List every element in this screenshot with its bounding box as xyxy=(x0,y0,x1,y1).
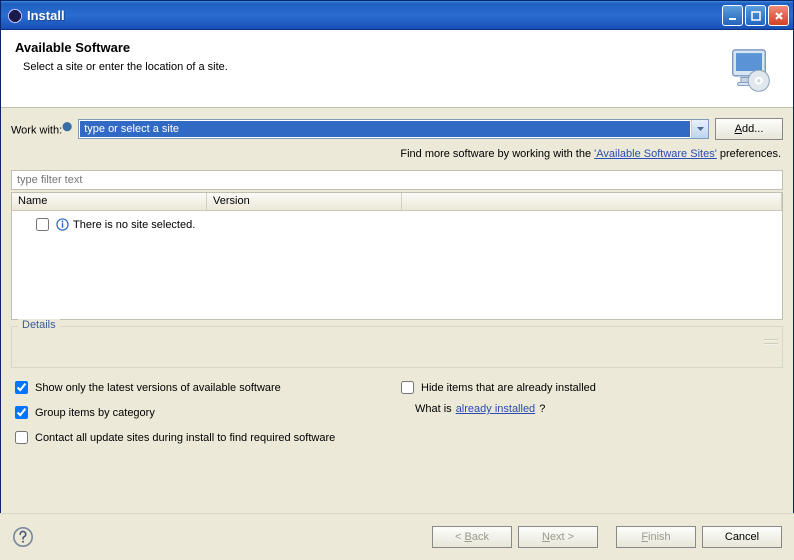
wizard-header: Available Software Select a site or ente… xyxy=(1,30,793,108)
titlebar: Install xyxy=(1,1,793,30)
col-spacer xyxy=(402,193,782,210)
help-icon[interactable] xyxy=(12,526,34,548)
group-category-checkbox[interactable] xyxy=(15,406,28,419)
info-icon xyxy=(56,218,69,231)
already-installed-text: What is already installed? xyxy=(415,403,783,415)
find-more-text: Find more software by working with the '… xyxy=(11,148,781,160)
already-installed-link[interactable]: already installed xyxy=(456,403,536,415)
filter-input[interactable] xyxy=(11,170,783,190)
workwith-input[interactable] xyxy=(80,121,690,137)
available-sites-link[interactable]: 'Available Software Sites' xyxy=(594,148,717,160)
table-row: There is no site selected. xyxy=(32,215,776,234)
back-button: < Back xyxy=(432,526,512,548)
hide-installed-checkbox[interactable] xyxy=(401,381,414,394)
add-button[interactable]: AAdd...dd... xyxy=(715,118,783,140)
workwith-combo[interactable] xyxy=(78,119,709,139)
next-button: Next > xyxy=(518,526,598,548)
show-latest-label: Show only the latest versions of availab… xyxy=(35,382,281,394)
window-title: Install xyxy=(27,8,722,23)
wizard-footer: < Back Next > Finish Cancel xyxy=(0,513,794,560)
details-group: Details xyxy=(11,326,783,368)
col-name[interactable]: Name xyxy=(12,193,207,210)
empty-message: There is no site selected. xyxy=(73,219,195,231)
wizard-image xyxy=(719,40,779,101)
resize-handle[interactable] xyxy=(764,339,778,345)
chevron-down-icon[interactable] xyxy=(691,120,708,138)
page-title: Available Software xyxy=(15,40,719,55)
workwith-label: Work with:⬤ xyxy=(11,121,72,137)
cancel-button[interactable]: Cancel xyxy=(702,526,782,548)
details-legend: Details xyxy=(18,319,60,331)
maximize-button[interactable] xyxy=(745,5,766,26)
hide-installed-label: Hide items that are already installed xyxy=(421,382,596,394)
minimize-button[interactable] xyxy=(722,5,743,26)
contact-all-checkbox[interactable] xyxy=(15,431,28,444)
col-version[interactable]: Version xyxy=(207,193,402,210)
show-latest-checkbox[interactable] xyxy=(15,381,28,394)
finish-button: Finish xyxy=(616,526,696,548)
close-button[interactable] xyxy=(768,5,789,26)
page-subtitle: Select a site or enter the location of a… xyxy=(23,61,719,73)
group-category-label: Group items by category xyxy=(35,407,155,419)
contact-all-label: Contact all update sites during install … xyxy=(35,432,335,444)
app-icon xyxy=(7,8,23,24)
software-table: Name Version There is no site selected. xyxy=(11,192,783,320)
row-checkbox[interactable] xyxy=(36,218,49,231)
